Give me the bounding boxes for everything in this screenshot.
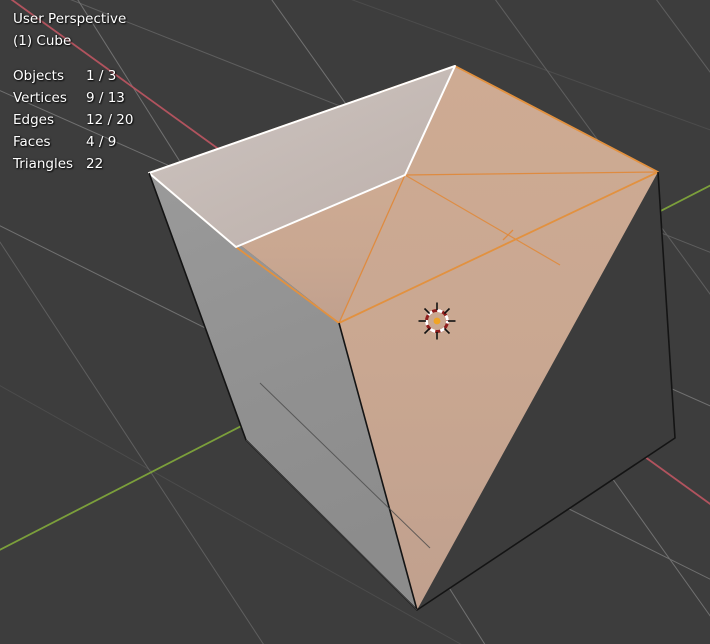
viewport-scene[interactable] [0,0,710,644]
blender-3d-viewport[interactable]: User Perspective (1) Cube Objects 1 / 3 … [0,0,710,644]
